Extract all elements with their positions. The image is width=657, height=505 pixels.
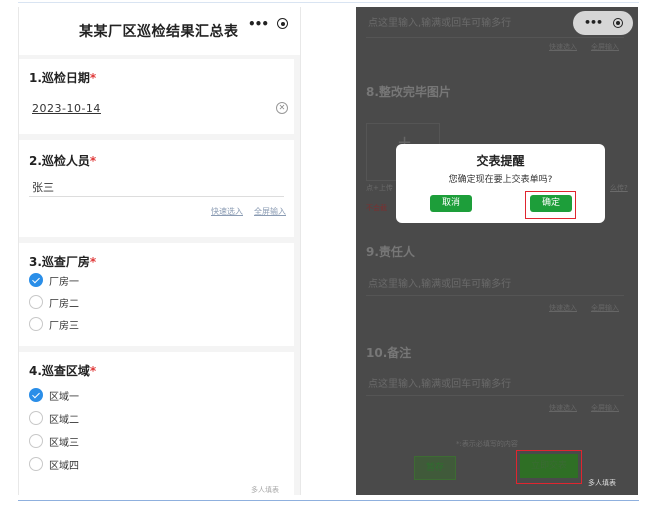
- submit-confirm-dialog: 交表提醒 您确定现在要上交表单吗? 取消 确定: [396, 144, 605, 223]
- mini-program-capsule[interactable]: •••: [573, 11, 633, 35]
- dialog-title: 交表提醒: [476, 154, 525, 168]
- left-phone-screen: 某某厂区巡检结果汇总表 ••• 1.巡检日期* 2023-10-14 ✕ 2.巡…: [18, 7, 301, 495]
- confirm-highlight: [525, 191, 576, 219]
- warning-text: 不会截: [366, 204, 387, 212]
- bottom-divider: [18, 500, 639, 501]
- upload-help-link[interactable]: 么传?: [610, 183, 628, 193]
- quick-input-link[interactable]: 快速选入: [549, 403, 577, 413]
- required-mark: *: [89, 71, 97, 85]
- cancel-button[interactable]: 取消: [430, 195, 472, 212]
- fullscreen-input-link[interactable]: 全屏输入: [254, 206, 286, 217]
- input-underline: [366, 295, 624, 296]
- question-label-photos: 8.整改完毕图片: [366, 85, 451, 99]
- question-card-inspector: 2.巡检人员*: [19, 140, 294, 237]
- brand-watermark: 多人填表: [251, 486, 279, 494]
- radio-unchecked-icon[interactable]: [29, 411, 43, 425]
- question-card-date: 1.巡检日期*: [19, 59, 294, 134]
- question-label-responsible: 9.责任人: [366, 245, 415, 259]
- question-label-date: 1.巡检日期*: [29, 71, 97, 85]
- input-underline: [366, 37, 624, 38]
- question-label-remarks: 10.备注: [366, 346, 412, 360]
- input-underline: [366, 395, 624, 396]
- required-mark: *: [89, 364, 97, 378]
- more-menu-icon[interactable]: •••: [584, 16, 603, 29]
- upload-note: 点+上传: [366, 184, 393, 192]
- radio-checked-icon[interactable]: [29, 273, 43, 287]
- responsible-input[interactable]: 点这里输入,输满或回车可输多行: [368, 275, 511, 290]
- right-phone-screen: 点这里输入,输满或回车可输多行 ••• 快速选入 全屏输入 8.整改完毕图片 +…: [356, 7, 638, 495]
- radio-checked-icon[interactable]: [29, 388, 43, 402]
- more-menu-icon[interactable]: •••: [248, 17, 269, 31]
- required-mark: *: [89, 255, 97, 269]
- required-mark: *: [89, 154, 97, 168]
- quick-input-link[interactable]: 快速选入: [549, 303, 577, 313]
- form-title: 某某厂区巡检结果汇总表: [79, 24, 239, 40]
- save-draft-button[interactable]: 暂存: [414, 456, 456, 480]
- fullscreen-input-link[interactable]: 全屏输入: [591, 403, 619, 413]
- radio-unchecked-icon[interactable]: [29, 457, 43, 471]
- required-note: *:表示必填写的内容: [456, 440, 518, 448]
- submit-highlight: [516, 450, 582, 484]
- form-header: 某某厂区巡检结果汇总表 •••: [19, 7, 300, 55]
- question-label-area: 4.巡查区域*: [29, 364, 97, 378]
- radio-unchecked-icon[interactable]: [29, 317, 43, 331]
- input-underline: [29, 196, 284, 197]
- clear-icon[interactable]: ✕: [276, 102, 288, 114]
- fullscreen-input-link[interactable]: 全屏输入: [591, 42, 619, 52]
- fullscreen-input-link[interactable]: 全屏输入: [591, 303, 619, 313]
- quick-input-link[interactable]: 快速选入: [211, 206, 243, 217]
- quick-input-link[interactable]: 快速选入: [549, 42, 577, 52]
- top-input-placeholder[interactable]: 点这里输入,输满或回车可输多行: [368, 14, 511, 29]
- inspector-input[interactable]: 张三: [32, 179, 54, 195]
- dialog-message: 您确定现在要上交表单吗?: [448, 175, 553, 185]
- brand-watermark: 多人填表: [588, 479, 616, 487]
- radio-unchecked-icon[interactable]: [29, 434, 43, 448]
- question-label-inspector: 2.巡检人员*: [29, 154, 97, 168]
- radio-unchecked-icon[interactable]: [29, 295, 43, 309]
- close-target-icon[interactable]: [613, 18, 623, 28]
- top-divider: [18, 2, 639, 3]
- question-label-plant: 3.巡查厂房*: [29, 255, 97, 269]
- close-target-icon[interactable]: [277, 18, 288, 29]
- remarks-input[interactable]: 点这里输入,输满或回车可输多行: [368, 375, 511, 390]
- date-value[interactable]: 2023-10-14: [32, 102, 101, 115]
